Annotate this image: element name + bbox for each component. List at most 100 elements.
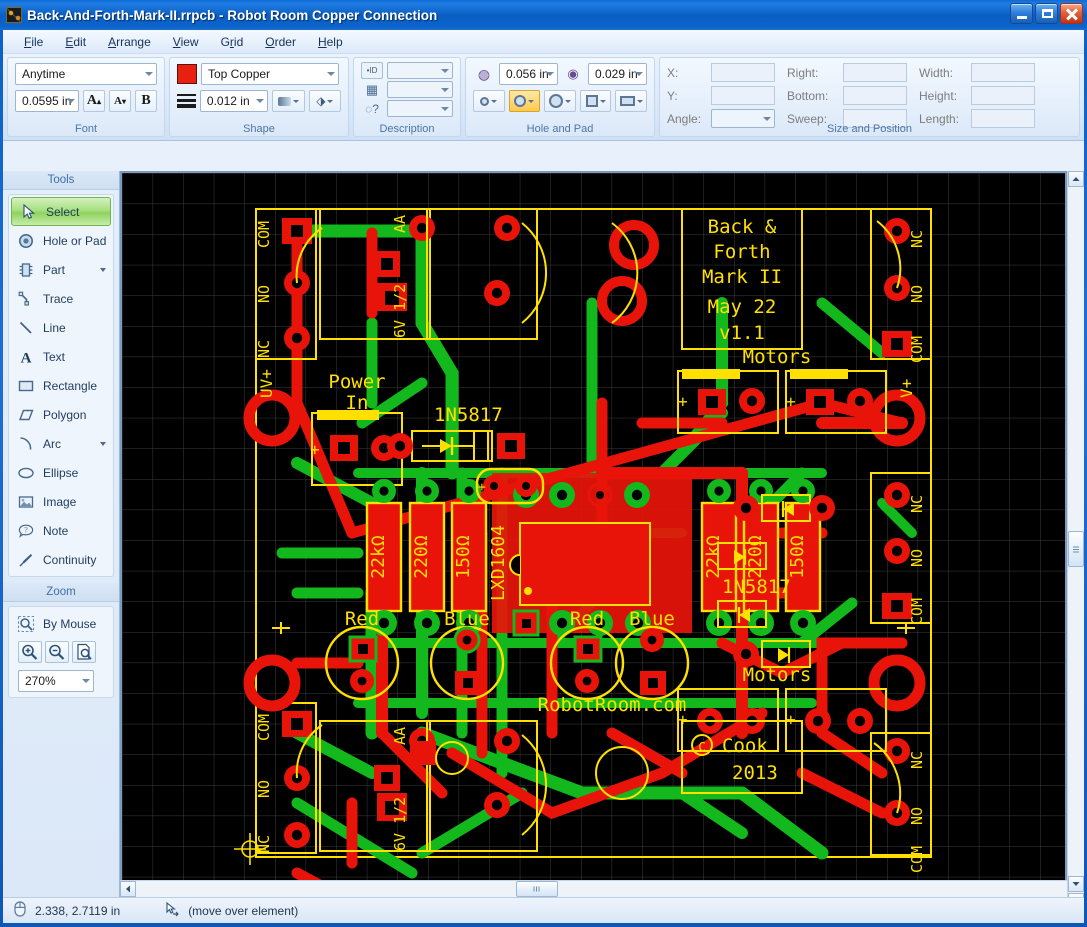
sidebar-item-polygon[interactable]: Polygon bbox=[9, 400, 113, 429]
bold-button[interactable]: B bbox=[135, 90, 157, 112]
chevron-down-icon[interactable] bbox=[100, 268, 106, 272]
pad-shape-rect-button[interactable] bbox=[615, 90, 647, 112]
right-field[interactable] bbox=[843, 63, 907, 82]
scroll-down-button[interactable] bbox=[1068, 876, 1084, 892]
image-icon bbox=[17, 493, 35, 511]
svg-text:NO: NO bbox=[908, 807, 926, 825]
menu-item-help[interactable]: Help bbox=[307, 32, 354, 52]
zoom-level-combo[interactable]: 270% bbox=[18, 670, 94, 692]
svg-text:Motors: Motors bbox=[743, 346, 812, 368]
zoom-in-button[interactable] bbox=[18, 641, 42, 663]
svg-text:COM: COM bbox=[255, 221, 273, 248]
sidebar-item-continuity[interactable]: Continuity bbox=[9, 545, 113, 574]
shrink-font-button[interactable]: A▾ bbox=[109, 90, 131, 112]
sidebar-label-hole-or-pad: Hole or Pad bbox=[43, 234, 106, 248]
sidebar-item-part[interactable]: Part bbox=[9, 255, 113, 284]
menu-item-grid[interactable]: Grid bbox=[210, 32, 255, 52]
sidebar-label-continuity: Continuity bbox=[43, 553, 96, 567]
font-name-combo[interactable]: Anytime bbox=[15, 63, 157, 85]
svg-text:+: + bbox=[678, 392, 688, 411]
hole-diameter-combo[interactable]: 0.029 in bbox=[588, 63, 647, 85]
svg-text:22kΩ: 22kΩ bbox=[368, 535, 389, 579]
layer-combo[interactable]: Top Copper bbox=[201, 63, 339, 85]
description-note-combo[interactable] bbox=[387, 100, 453, 117]
svg-text:NC: NC bbox=[908, 751, 926, 769]
close-button[interactable] bbox=[1060, 3, 1083, 24]
description-net-combo[interactable] bbox=[387, 81, 453, 98]
sidebar-item-image[interactable]: Image bbox=[9, 487, 113, 516]
svg-text:6V 1/2: 6V 1/2 bbox=[391, 797, 409, 851]
svg-text:NO: NO bbox=[255, 285, 273, 303]
sidebar-label-select: Select bbox=[46, 205, 79, 219]
pad-shape-small-round-button[interactable] bbox=[473, 90, 505, 112]
sidebar-item-text[interactable]: A Text bbox=[9, 342, 113, 371]
chevron-down-icon[interactable] bbox=[100, 442, 106, 446]
tools-sidebar: Tools Select Hole or Pad bbox=[3, 171, 120, 909]
chevron-down-icon bbox=[256, 99, 264, 103]
line-width-combo[interactable]: 0.012 in bbox=[200, 90, 269, 112]
continuity-probe-icon bbox=[17, 551, 35, 569]
menu-item-view[interactable]: View bbox=[162, 32, 210, 52]
sidebar-label-part: Part bbox=[43, 263, 65, 277]
svg-text:LXD1604: LXD1604 bbox=[488, 525, 509, 601]
menu-bar: File Edit Arrange View Grid Order Help bbox=[3, 30, 1084, 54]
svg-text:?: ? bbox=[24, 525, 28, 534]
line-style-button[interactable] bbox=[272, 90, 304, 112]
ribbon-toolbar: Anytime 0.0595 in A▴ A▾ B Font bbox=[3, 54, 1084, 141]
height-field[interactable] bbox=[971, 86, 1035, 105]
scroll-left-button[interactable] bbox=[120, 881, 136, 897]
description-id-combo[interactable] bbox=[387, 62, 453, 79]
window-controls bbox=[1010, 3, 1083, 24]
grow-font-button[interactable]: A▴ bbox=[83, 90, 105, 112]
field-label-height: Height: bbox=[919, 89, 967, 103]
sidebar-item-rectangle[interactable]: Rectangle bbox=[9, 371, 113, 400]
sidebar-item-hole-or-pad[interactable]: Hole or Pad bbox=[9, 226, 113, 255]
chevron-down-icon bbox=[637, 100, 643, 103]
zoom-by-mouse-item[interactable]: By Mouse bbox=[9, 609, 113, 638]
menu-item-arrange[interactable]: Arrange bbox=[97, 32, 162, 52]
pad-shape-round-button[interactable] bbox=[509, 90, 541, 112]
menu-item-file[interactable]: File bbox=[13, 32, 54, 52]
chevron-down-icon bbox=[441, 107, 449, 111]
field-label-x: X: bbox=[667, 66, 707, 80]
square-pad-icon bbox=[586, 95, 598, 107]
font-size-combo[interactable]: 0.0595 in bbox=[15, 90, 79, 112]
minimize-button[interactable] bbox=[1010, 3, 1033, 24]
horizontal-scroll-thumb[interactable] bbox=[516, 881, 558, 897]
chevron-down-icon bbox=[635, 72, 643, 76]
group-label-hole-pad: Hole and Pad bbox=[466, 123, 654, 135]
pcb-canvas[interactable]: COM NO NC COM NO NC bbox=[122, 173, 1065, 889]
vertical-scroll-thumb[interactable] bbox=[1068, 531, 1084, 567]
sidebar-item-trace[interactable]: Trace bbox=[9, 284, 113, 313]
menu-item-edit[interactable]: Edit bbox=[54, 32, 97, 52]
zoom-out-button[interactable] bbox=[45, 641, 69, 663]
sidebar-item-ellipse[interactable]: Ellipse bbox=[9, 458, 113, 487]
ribbon-group-size-position: X: Right: Width: Y: Bottom: Height: An bbox=[659, 57, 1080, 137]
maximize-button[interactable] bbox=[1035, 3, 1058, 24]
sidebar-item-line[interactable]: Line bbox=[9, 313, 113, 342]
y-field[interactable] bbox=[711, 86, 775, 105]
chevron-down-icon bbox=[600, 100, 606, 103]
zoom-caption: Zoom bbox=[3, 583, 119, 602]
pad-shape-large-round-button[interactable] bbox=[544, 90, 576, 112]
canvas-vertical-scrollbar[interactable] bbox=[1067, 171, 1084, 909]
sidebar-item-arc[interactable]: Arc bbox=[9, 429, 113, 458]
chevron-down-icon bbox=[565, 100, 571, 103]
x-field[interactable] bbox=[711, 63, 775, 82]
sidebar-label-rectangle: Rectangle bbox=[43, 379, 97, 393]
menu-item-order[interactable]: Order bbox=[254, 32, 307, 52]
width-field[interactable] bbox=[971, 63, 1035, 82]
canvas-horizontal-scrollbar[interactable] bbox=[120, 880, 1067, 897]
sidebar-item-note[interactable]: ? Note bbox=[9, 516, 113, 545]
pad-diameter-combo[interactable]: 0.056 in bbox=[499, 63, 558, 85]
sidebar-item-select[interactable]: Select bbox=[11, 197, 111, 226]
pad-shape-square-button[interactable] bbox=[580, 90, 612, 112]
scroll-up-button[interactable] bbox=[1068, 171, 1084, 187]
svg-text:V+: V+ bbox=[897, 379, 916, 398]
layer-color-swatch[interactable] bbox=[177, 64, 197, 84]
fill-style-button[interactable]: ⬗ bbox=[309, 90, 341, 112]
zoom-fit-page-button[interactable] bbox=[72, 641, 96, 663]
pcb-canvas-area[interactable]: COM NO NC COM NO NC bbox=[120, 171, 1084, 909]
svg-text:Back &: Back & bbox=[708, 216, 777, 238]
bottom-field[interactable] bbox=[843, 86, 907, 105]
